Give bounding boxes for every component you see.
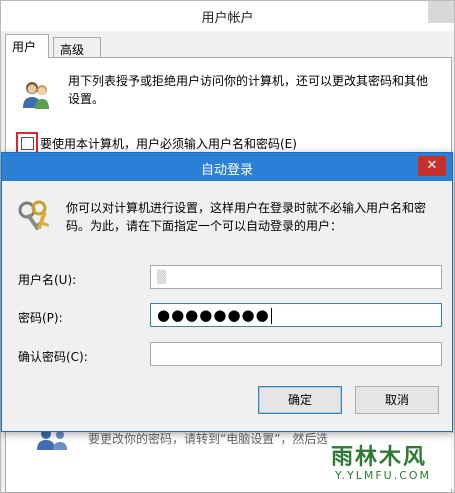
dialog-body: 你可以对计算机进行设置，这样用户在登录时就不必输入用户名和密码。为此，请在下面指… [6, 181, 448, 427]
confirm-password-field[interactable] [150, 342, 442, 366]
title-bar: 用户帐户 [1, 1, 454, 31]
auto-login-dialog: 自动登录 ✕ 你可以对计算机进行设置，这样用户在登录时就不必输入用户名和密码。为… [1, 152, 453, 432]
watermark-main: 雨林木风 [331, 445, 428, 470]
dialog-description: 你可以对计算机进行设置，这样用户在登录时就不必输入用户名和密码。为此，请在下面指… [66, 201, 427, 233]
password-label: 密码(P): [18, 311, 63, 325]
username-label: 用户名(U): [18, 273, 77, 287]
watermark-logo: 雨林木风 Y.YLMFU.COM [327, 433, 453, 489]
confirm-password-label: 确认密码(C): [18, 350, 88, 364]
window-title: 用户帐户 [201, 11, 254, 26]
users-icon [20, 78, 52, 110]
require-password-label[interactable]: 要使用本计算机，用户必须输入用户名和密码(E) [40, 135, 297, 152]
tab-advanced[interactable]: 高级 [53, 37, 101, 57]
dialog-title: 自动登录 [200, 163, 253, 178]
require-password-checkbox[interactable] [21, 137, 34, 150]
username-field[interactable]: ▒ [150, 265, 442, 289]
close-icon[interactable]: ✕ [418, 156, 446, 176]
dialog-title-bar: 自动登录 ✕ [2, 153, 452, 181]
window-close-button[interactable] [428, 1, 454, 23]
cancel-button[interactable]: 取消 [355, 386, 439, 414]
password-value: ●●●●●●●● [157, 306, 270, 324]
ok-button[interactable]: 确定 [258, 386, 342, 414]
password-field[interactable]: ●●●●●●●● [150, 303, 442, 327]
key-icon [16, 199, 52, 235]
highlight-box [16, 132, 38, 154]
tab-users[interactable]: 用户 [5, 34, 49, 58]
watermark-url: Y.YLMFU.COM [335, 469, 432, 482]
text-caret [270, 307, 272, 324]
intro-text: 用下列表授予或拒绝用户访问你的计算机，还可以更改其密码和其他设置。 [68, 74, 429, 106]
change-password-hint: 要更改你的密码，请转到“电脑设置”，然后选 [88, 432, 329, 446]
